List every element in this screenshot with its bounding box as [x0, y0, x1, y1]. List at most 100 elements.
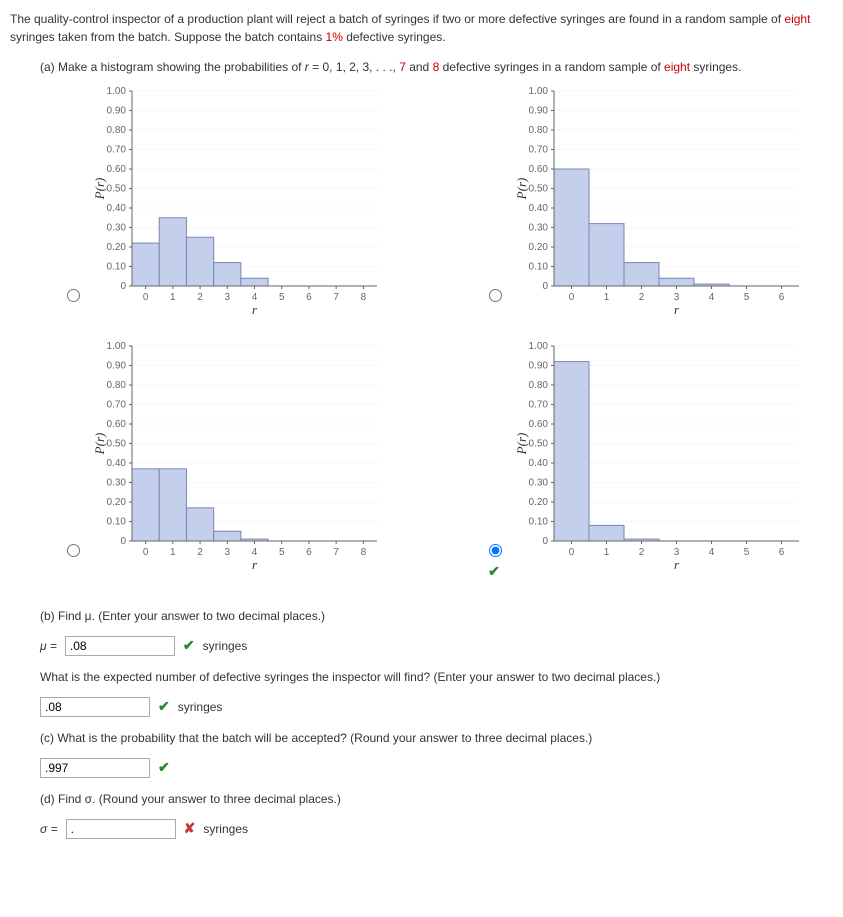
svg-text:6: 6: [306, 292, 312, 303]
sigma-answer-row: σ = ✘ syringes: [40, 818, 833, 839]
pa-7: 7: [399, 60, 406, 74]
svg-text:P(r): P(r): [92, 178, 107, 201]
chart-1: 00.100.200.300.400.500.600.700.800.901.0…: [92, 86, 382, 316]
svg-text:0.20: 0.20: [107, 242, 127, 253]
svg-text:1.00: 1.00: [107, 341, 127, 352]
svg-text:0.60: 0.60: [529, 164, 549, 175]
svg-text:5: 5: [279, 292, 285, 303]
svg-text:0.40: 0.40: [107, 203, 127, 214]
intro-c: defective syringes.: [343, 30, 446, 44]
svg-text:0.20: 0.20: [529, 242, 549, 253]
svg-text:0.40: 0.40: [529, 203, 549, 214]
svg-text:0.50: 0.50: [529, 184, 549, 195]
sigma-unit: syringes: [203, 820, 248, 838]
svg-text:0.70: 0.70: [107, 145, 127, 156]
svg-text:0: 0: [143, 292, 149, 303]
svg-text:0.50: 0.50: [107, 439, 127, 450]
check-icon: ✔: [183, 635, 195, 656]
expected-input[interactable]: [40, 697, 150, 717]
part-c-q: (c) What is the probability that the bat…: [40, 729, 833, 747]
sigma-prefix: σ =: [40, 820, 58, 838]
sigma-input[interactable]: [66, 819, 176, 839]
svg-text:2: 2: [639, 292, 645, 303]
pa-e: syringes.: [690, 60, 741, 74]
svg-text:0.50: 0.50: [529, 439, 549, 450]
pa-e8: eight: [664, 60, 690, 74]
radio-option-3[interactable]: [67, 544, 80, 557]
svg-text:0.40: 0.40: [107, 458, 127, 469]
svg-text:0.70: 0.70: [107, 400, 127, 411]
svg-text:1.00: 1.00: [529, 86, 549, 97]
expected-unit: syringes: [178, 698, 223, 716]
svg-text:7: 7: [333, 292, 339, 303]
svg-text:1: 1: [170, 292, 176, 303]
svg-text:6: 6: [306, 547, 312, 558]
charts-row-1: 00.100.200.300.400.500.600.700.800.901.0…: [60, 86, 833, 316]
svg-text:0.10: 0.10: [107, 517, 127, 528]
chart-2: 00.100.200.300.400.500.600.700.800.901.0…: [514, 86, 804, 316]
pa-b: = 0, 1, 2, 3, . . .,: [309, 60, 399, 74]
svg-text:0.30: 0.30: [529, 223, 549, 234]
svg-text:0.60: 0.60: [107, 419, 127, 430]
svg-text:0.90: 0.90: [107, 361, 127, 372]
svg-text:7: 7: [333, 547, 339, 558]
svg-text:0.40: 0.40: [529, 458, 549, 469]
mu-input[interactable]: [65, 636, 175, 656]
svg-text:P(r): P(r): [514, 178, 529, 201]
svg-text:0: 0: [143, 547, 149, 558]
svg-text:0.80: 0.80: [107, 125, 127, 136]
part-a-text: (a) Make a histogram showing the probabi…: [40, 58, 833, 76]
svg-text:0: 0: [569, 292, 575, 303]
svg-text:5: 5: [744, 547, 750, 558]
expected-answer-row: ✔ syringes: [40, 696, 833, 717]
svg-text:1: 1: [604, 292, 610, 303]
svg-text:r: r: [674, 557, 680, 571]
svg-text:r: r: [674, 302, 680, 316]
radio-option-4[interactable]: [489, 544, 502, 557]
radio-option-1[interactable]: [67, 289, 80, 302]
svg-text:0.70: 0.70: [529, 145, 549, 156]
svg-text:2: 2: [197, 547, 203, 558]
svg-text:0.30: 0.30: [107, 223, 127, 234]
part-b-q1: (b) Find μ. (Enter your answer to two de…: [40, 607, 833, 625]
intro-text: The quality-control inspector of a produ…: [10, 10, 833, 46]
svg-text:0.60: 0.60: [107, 164, 127, 175]
svg-text:0: 0: [569, 547, 575, 558]
check-icon: ✔: [488, 561, 500, 582]
intro-eight: eight: [784, 12, 810, 26]
svg-text:0.30: 0.30: [529, 478, 549, 489]
check-icon: ✔: [158, 757, 170, 778]
svg-text:4: 4: [709, 547, 715, 558]
svg-text:P(r): P(r): [514, 433, 529, 456]
svg-text:8: 8: [361, 547, 367, 558]
svg-text:0: 0: [120, 281, 126, 292]
svg-text:2: 2: [639, 547, 645, 558]
chart-3: 00.100.200.300.400.500.600.700.800.901.0…: [92, 341, 382, 571]
svg-text:0.80: 0.80: [107, 380, 127, 391]
chart-4: 00.100.200.300.400.500.600.700.800.901.0…: [514, 341, 804, 571]
svg-text:P(r): P(r): [92, 433, 107, 456]
svg-text:3: 3: [224, 547, 230, 558]
svg-text:0: 0: [542, 281, 548, 292]
pa-a: (a) Make a histogram showing the probabi…: [40, 60, 305, 74]
svg-text:4: 4: [709, 292, 715, 303]
svg-text:8: 8: [361, 292, 367, 303]
prob-answer-row: ✔: [40, 757, 833, 778]
intro-b: syringes taken from the batch. Suppose t…: [10, 30, 326, 44]
svg-text:0: 0: [542, 536, 548, 547]
intro-a: The quality-control inspector of a produ…: [10, 12, 784, 26]
prob-input[interactable]: [40, 758, 150, 778]
svg-text:0: 0: [120, 536, 126, 547]
svg-text:0.60: 0.60: [529, 419, 549, 430]
mu-prefix: μ =: [40, 637, 57, 655]
mu-unit: syringes: [203, 637, 248, 655]
part-d-q: (d) Find σ. (Round your answer to three …: [40, 790, 833, 808]
cross-icon: ✘: [184, 818, 196, 839]
svg-text:0.70: 0.70: [529, 400, 549, 411]
radio-option-2[interactable]: [489, 289, 502, 302]
svg-text:2: 2: [197, 292, 203, 303]
charts-row-2: 00.100.200.300.400.500.600.700.800.901.0…: [60, 341, 833, 582]
svg-text:5: 5: [279, 547, 285, 558]
check-icon: ✔: [158, 696, 170, 717]
part-b-q2: What is the expected number of defective…: [40, 668, 833, 686]
